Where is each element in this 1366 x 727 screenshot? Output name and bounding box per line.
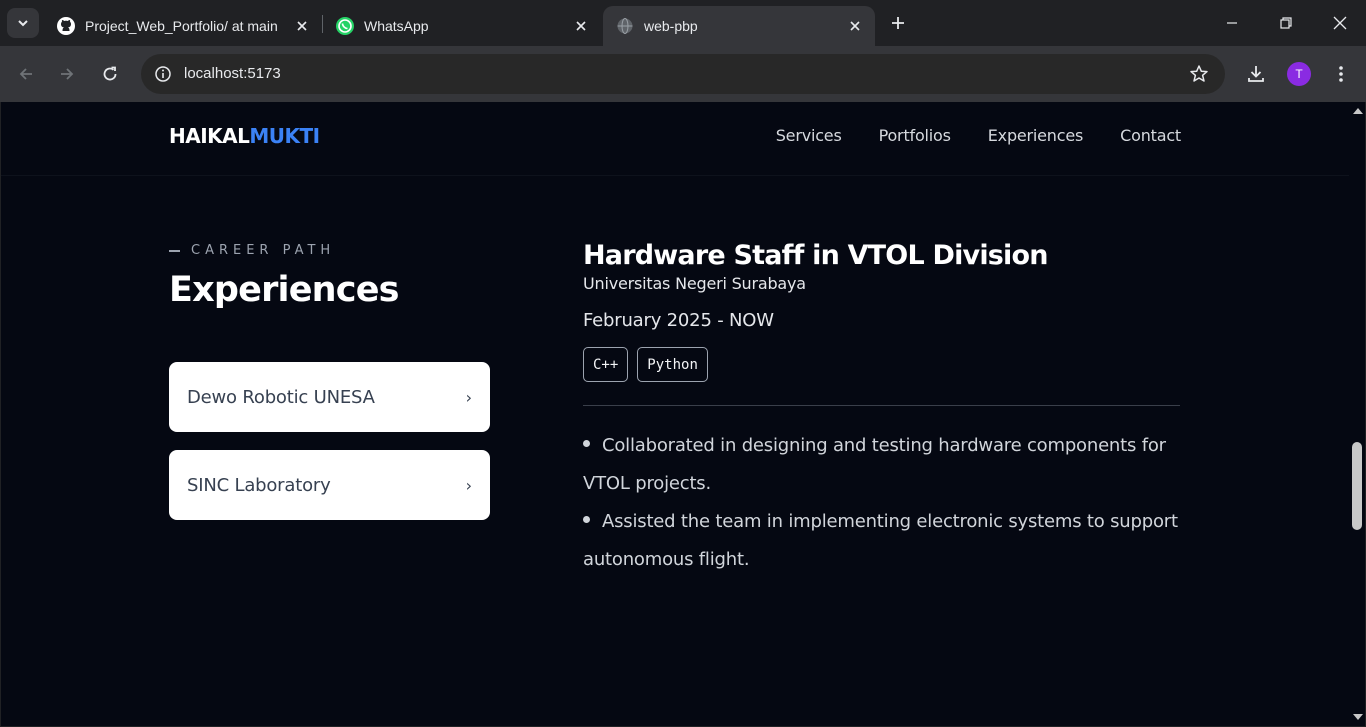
avatar: T: [1287, 62, 1311, 86]
restore-icon: [1280, 17, 1292, 29]
nav-link-services[interactable]: Services: [776, 126, 842, 145]
url-text[interactable]: localhost:5173: [184, 65, 281, 82]
page-scrollbar[interactable]: [1349, 102, 1365, 726]
tab-title: web-pbp: [644, 18, 698, 34]
plus-icon: [892, 17, 904, 29]
close-icon[interactable]: [292, 16, 312, 36]
minimize-button[interactable]: [1205, 0, 1259, 46]
minimize-icon: [1227, 22, 1237, 24]
nav-link-portfolios[interactable]: Portfolios: [879, 126, 951, 145]
reload-button[interactable]: [94, 58, 126, 90]
section-title: Experiences: [169, 270, 400, 310]
github-icon: [56, 16, 76, 36]
bullet-icon: [583, 515, 590, 523]
window-close-button[interactable]: [1313, 0, 1366, 46]
logo-second: MUKTI: [249, 124, 320, 148]
list-item: Assisted the team in implementing electr…: [583, 503, 1180, 579]
skill-tag: C++: [583, 347, 629, 382]
scroll-up-icon[interactable]: [1353, 108, 1363, 114]
browser-toolbar: localhost:5173 T: [0, 46, 1366, 102]
downloads-button[interactable]: [1242, 60, 1270, 88]
organization: Universitas Negeri Surabaya: [583, 274, 806, 293]
whatsapp-icon: [335, 16, 355, 36]
chevron-right-icon: ›: [465, 475, 472, 495]
address-bar[interactable]: localhost:5173: [141, 54, 1225, 94]
eyebrow-text: CAREER PATH: [191, 243, 336, 258]
scroll-down-icon[interactable]: [1353, 714, 1363, 720]
reload-icon: [103, 66, 117, 81]
main-nav: Services Portfolios Experiences Contact: [776, 126, 1181, 145]
divider: [583, 405, 1180, 406]
site-logo[interactable]: HAIKALMUKTI: [169, 124, 320, 148]
close-icon[interactable]: [571, 16, 591, 36]
scrollbar-thumb[interactable]: [1352, 442, 1362, 530]
browser-tabstrip: Project_Web_Portfolio/ at main WhatsApp …: [0, 0, 1366, 46]
eyebrow-dash: [169, 249, 180, 252]
arrow-right-icon: [61, 68, 74, 80]
list-item: Collaborated in designing and testing ha…: [583, 427, 1180, 503]
experience-card-label: Dewo Robotic UNESA: [187, 386, 375, 408]
section-eyebrow: CAREER PATH: [169, 243, 335, 258]
list-item-text: Assisted the team in implementing electr…: [583, 511, 1178, 570]
chevron-down-icon: [18, 20, 28, 27]
close-icon[interactable]: [845, 16, 865, 36]
profile-button[interactable]: T: [1285, 60, 1313, 88]
arrow-left-icon: [19, 68, 32, 80]
period: February 2025 - NOW: [583, 310, 774, 331]
tab-title: Project_Web_Portfolio/ at main: [85, 18, 278, 34]
experience-detail: Hardware Staff in VTOL Division Universi…: [583, 240, 1180, 579]
close-icon: [1333, 16, 1347, 30]
bullet-icon: [583, 439, 590, 447]
responsibility-list: Collaborated in designing and testing ha…: [583, 427, 1180, 579]
back-button[interactable]: [10, 58, 42, 90]
list-item-text: Collaborated in designing and testing ha…: [583, 435, 1166, 494]
tab-title: WhatsApp: [364, 18, 429, 34]
role-title: Hardware Staff in VTOL Division: [583, 240, 1048, 271]
tab-search-button[interactable]: [7, 8, 39, 38]
download-icon: [1248, 66, 1264, 82]
browser-menu-button[interactable]: [1327, 60, 1355, 88]
new-tab-button[interactable]: [884, 9, 912, 37]
restore-button[interactable]: [1259, 0, 1313, 46]
skill-tags: C++ Python: [583, 347, 1180, 382]
globe-icon: [615, 16, 635, 36]
forward-button[interactable]: [51, 58, 83, 90]
logo-first: HAIKAL: [169, 124, 250, 148]
skill-tag: Python: [637, 347, 708, 382]
more-vertical-icon: [1339, 66, 1343, 82]
tab-web-pbp[interactable]: web-pbp: [603, 6, 875, 46]
tab-github[interactable]: Project_Web_Portfolio/ at main: [44, 6, 322, 46]
page-viewport: HAIKALMUKTI Services Portfolios Experien…: [1, 102, 1349, 726]
experience-card-sinc-laboratory[interactable]: SINC Laboratory ›: [169, 450, 490, 520]
experience-card-label: SINC Laboratory: [187, 474, 331, 496]
site-info-icon[interactable]: [149, 60, 177, 88]
site-header: HAIKALMUKTI Services Portfolios Experien…: [1, 102, 1349, 176]
bookmark-star-icon[interactable]: [1187, 62, 1211, 86]
tab-whatsapp[interactable]: WhatsApp: [323, 6, 601, 46]
experience-card-dewo-robotic[interactable]: Dewo Robotic UNESA ›: [169, 362, 490, 432]
nav-link-experiences[interactable]: Experiences: [988, 126, 1084, 145]
chevron-right-icon: ›: [465, 387, 472, 407]
nav-link-contact[interactable]: Contact: [1120, 126, 1181, 145]
